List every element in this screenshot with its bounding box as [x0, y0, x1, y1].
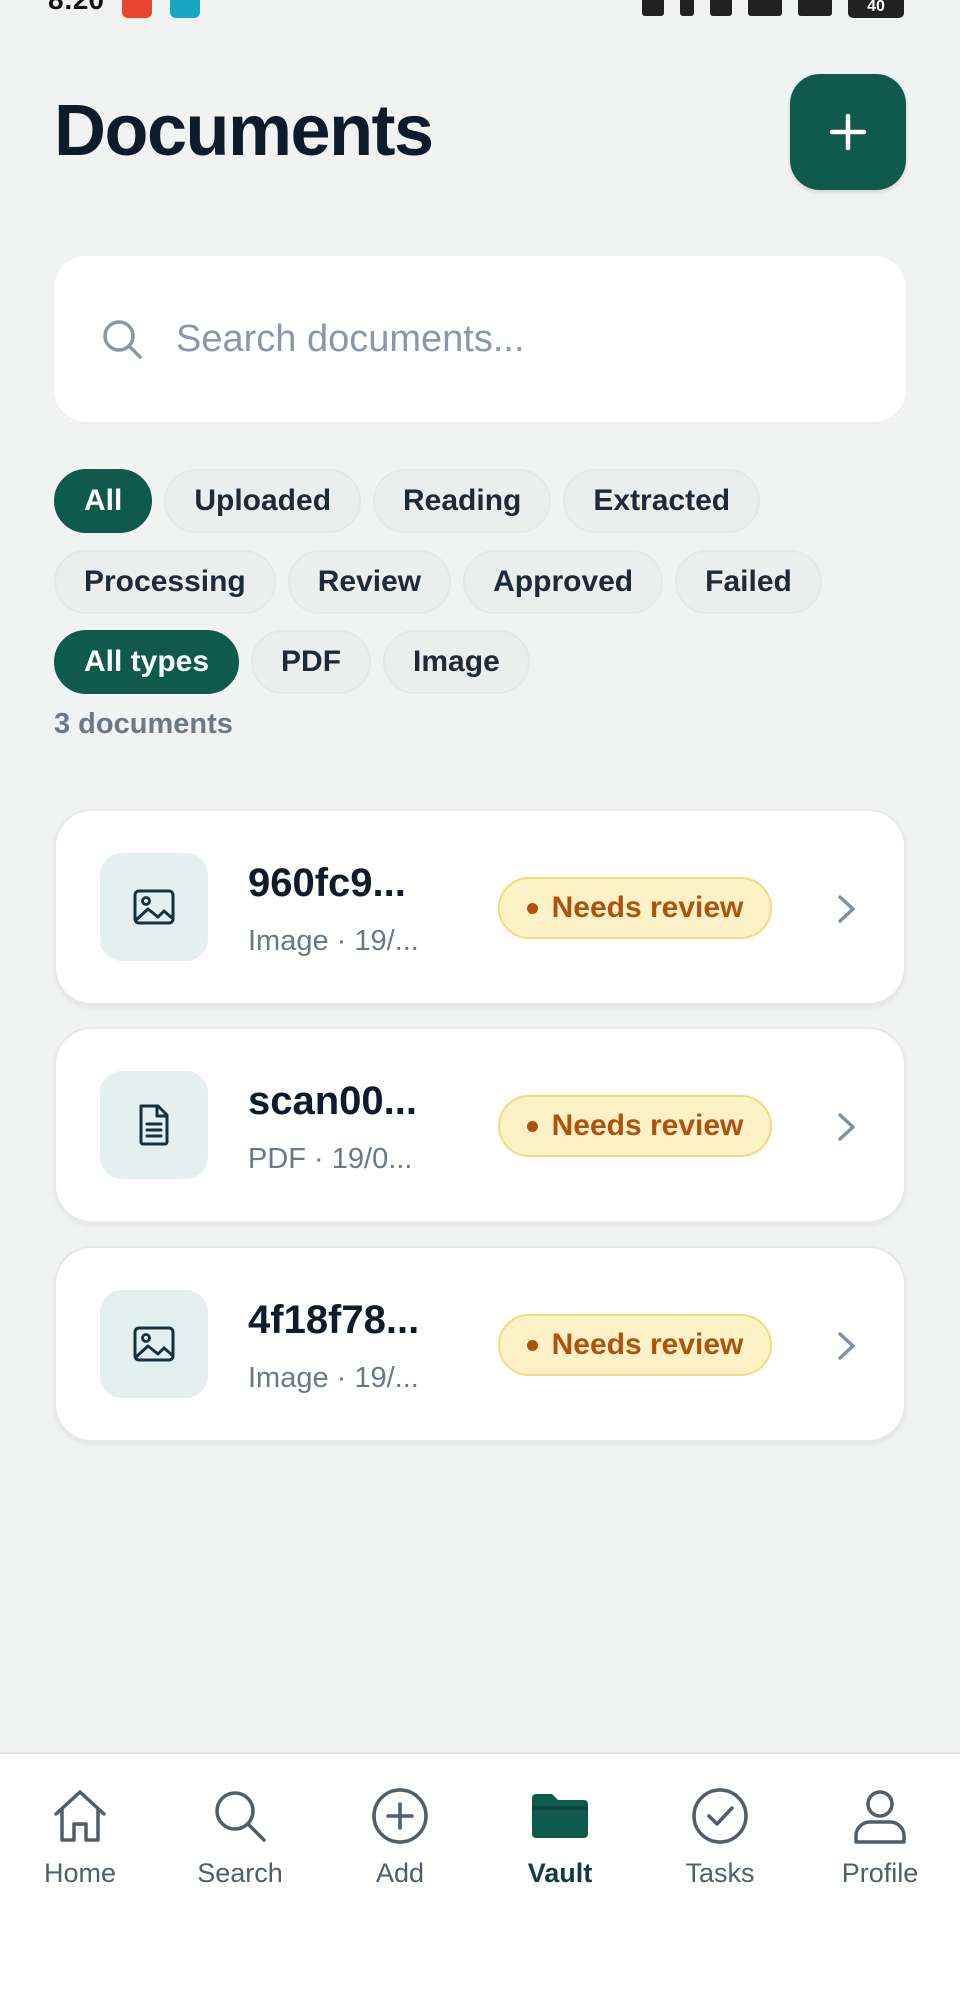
- status-bar: 8:20 40: [0, 0, 960, 20]
- chevron-right-icon: [838, 1332, 855, 1360]
- nav-item-home[interactable]: Home: [0, 1784, 160, 1904]
- status-filter-row-1: All Uploaded Reading Extracted: [54, 469, 761, 533]
- vibrate-icon: [642, 0, 664, 16]
- signal-icon: [748, 0, 782, 16]
- image-icon: [133, 1326, 175, 1362]
- user-icon: [854, 1790, 906, 1844]
- file-text-icon: [139, 1104, 169, 1146]
- nav-item-search[interactable]: Search: [160, 1784, 320, 1904]
- status-badge: Needs review: [498, 877, 772, 939]
- filter-chip-review[interactable]: Review: [287, 550, 452, 614]
- nav-label: Profile: [841, 1858, 919, 1888]
- nav-item-tasks[interactable]: Tasks: [640, 1784, 800, 1904]
- type-filter-row: All types PDF Image: [54, 630, 530, 694]
- document-thumbnail: [100, 1071, 208, 1179]
- image-icon: [133, 889, 175, 925]
- filter-chip-all[interactable]: All: [54, 469, 153, 533]
- filter-chip-extracted[interactable]: Extracted: [563, 469, 761, 533]
- notification-app-icon: [170, 0, 201, 18]
- status-badge: Needs review: [498, 1095, 772, 1157]
- document-card[interactable]: 960fc9... Image · 19/... Needs review: [54, 809, 906, 1005]
- search-icon: [215, 1791, 266, 1842]
- type-chip-all-types[interactable]: All types: [54, 630, 240, 694]
- filter-chip-uploaded[interactable]: Uploaded: [164, 469, 362, 533]
- status-dot: [526, 1339, 538, 1351]
- filter-chip-reading[interactable]: Reading: [373, 469, 552, 533]
- search-input[interactable]: [176, 317, 856, 361]
- nav-label: Tasks: [685, 1858, 755, 1888]
- bluetooth-icon: [680, 0, 694, 16]
- signal-icon: [798, 0, 832, 16]
- nav-label: Search: [197, 1858, 283, 1888]
- status-bar-left: 8:20: [48, 0, 201, 18]
- document-name: scan00...: [248, 1079, 418, 1123]
- document-meta: PDF · 19/0...: [248, 1143, 413, 1175]
- page-title: Documents: [54, 91, 434, 171]
- type-chip-pdf[interactable]: PDF: [251, 630, 372, 694]
- filter-chip-processing[interactable]: Processing: [54, 550, 276, 614]
- bottom-nav: Home Search Add Vault Tasks Profile: [0, 1752, 960, 2008]
- nav-item-profile[interactable]: Profile: [800, 1784, 960, 1904]
- document-thumbnail: [100, 853, 208, 961]
- add-document-button[interactable]: [790, 74, 906, 190]
- plus-circle-icon: [372, 1788, 428, 1844]
- document-card[interactable]: scan00... PDF · 19/0... Needs review: [54, 1027, 906, 1223]
- plus-icon: [829, 113, 867, 151]
- status-badge-label: Needs review: [551, 891, 744, 924]
- status-dot: [526, 1120, 538, 1132]
- chevron-right-icon: [838, 1113, 855, 1141]
- chevron-right-icon: [838, 895, 855, 923]
- search-bar[interactable]: [54, 256, 906, 422]
- document-count: 3 documents: [54, 708, 233, 740]
- status-time: 8:20: [48, 0, 104, 14]
- status-filter-row-2: Processing Review Approved Failed: [54, 550, 822, 614]
- document-name: 4f18f78...: [248, 1298, 420, 1342]
- document-thumbnail: [100, 1290, 208, 1398]
- notification-app-icon: [122, 0, 153, 18]
- status-dot: [526, 902, 538, 914]
- nav-label: Home: [43, 1858, 117, 1888]
- nav-label: Vault: [527, 1858, 593, 1888]
- nav-label: Add: [375, 1858, 425, 1888]
- check-circle-icon: [692, 1788, 748, 1844]
- document-card[interactable]: 4f18f78... Image · 19/... Needs review: [54, 1246, 906, 1442]
- filter-chip-failed[interactable]: Failed: [675, 550, 822, 614]
- status-bar-right: 40: [642, 0, 904, 18]
- status-badge-label: Needs review: [551, 1109, 744, 1142]
- document-name: 960fc9...: [248, 861, 406, 905]
- home-icon: [54, 1790, 106, 1842]
- type-chip-image[interactable]: Image: [383, 630, 530, 694]
- document-meta: Image · 19/...: [248, 925, 419, 957]
- nav-item-vault[interactable]: Vault: [480, 1784, 640, 1904]
- filter-chip-approved[interactable]: Approved: [463, 550, 664, 614]
- search-icon: [103, 320, 142, 359]
- battery-indicator: 40: [848, 0, 904, 18]
- status-badge-label: Needs review: [551, 1328, 744, 1361]
- nav-item-add[interactable]: Add: [320, 1784, 480, 1904]
- wifi-icon: [710, 0, 732, 16]
- status-badge: Needs review: [498, 1314, 772, 1376]
- document-meta: Image · 19/...: [248, 1362, 419, 1394]
- folder-icon: [532, 1794, 588, 1838]
